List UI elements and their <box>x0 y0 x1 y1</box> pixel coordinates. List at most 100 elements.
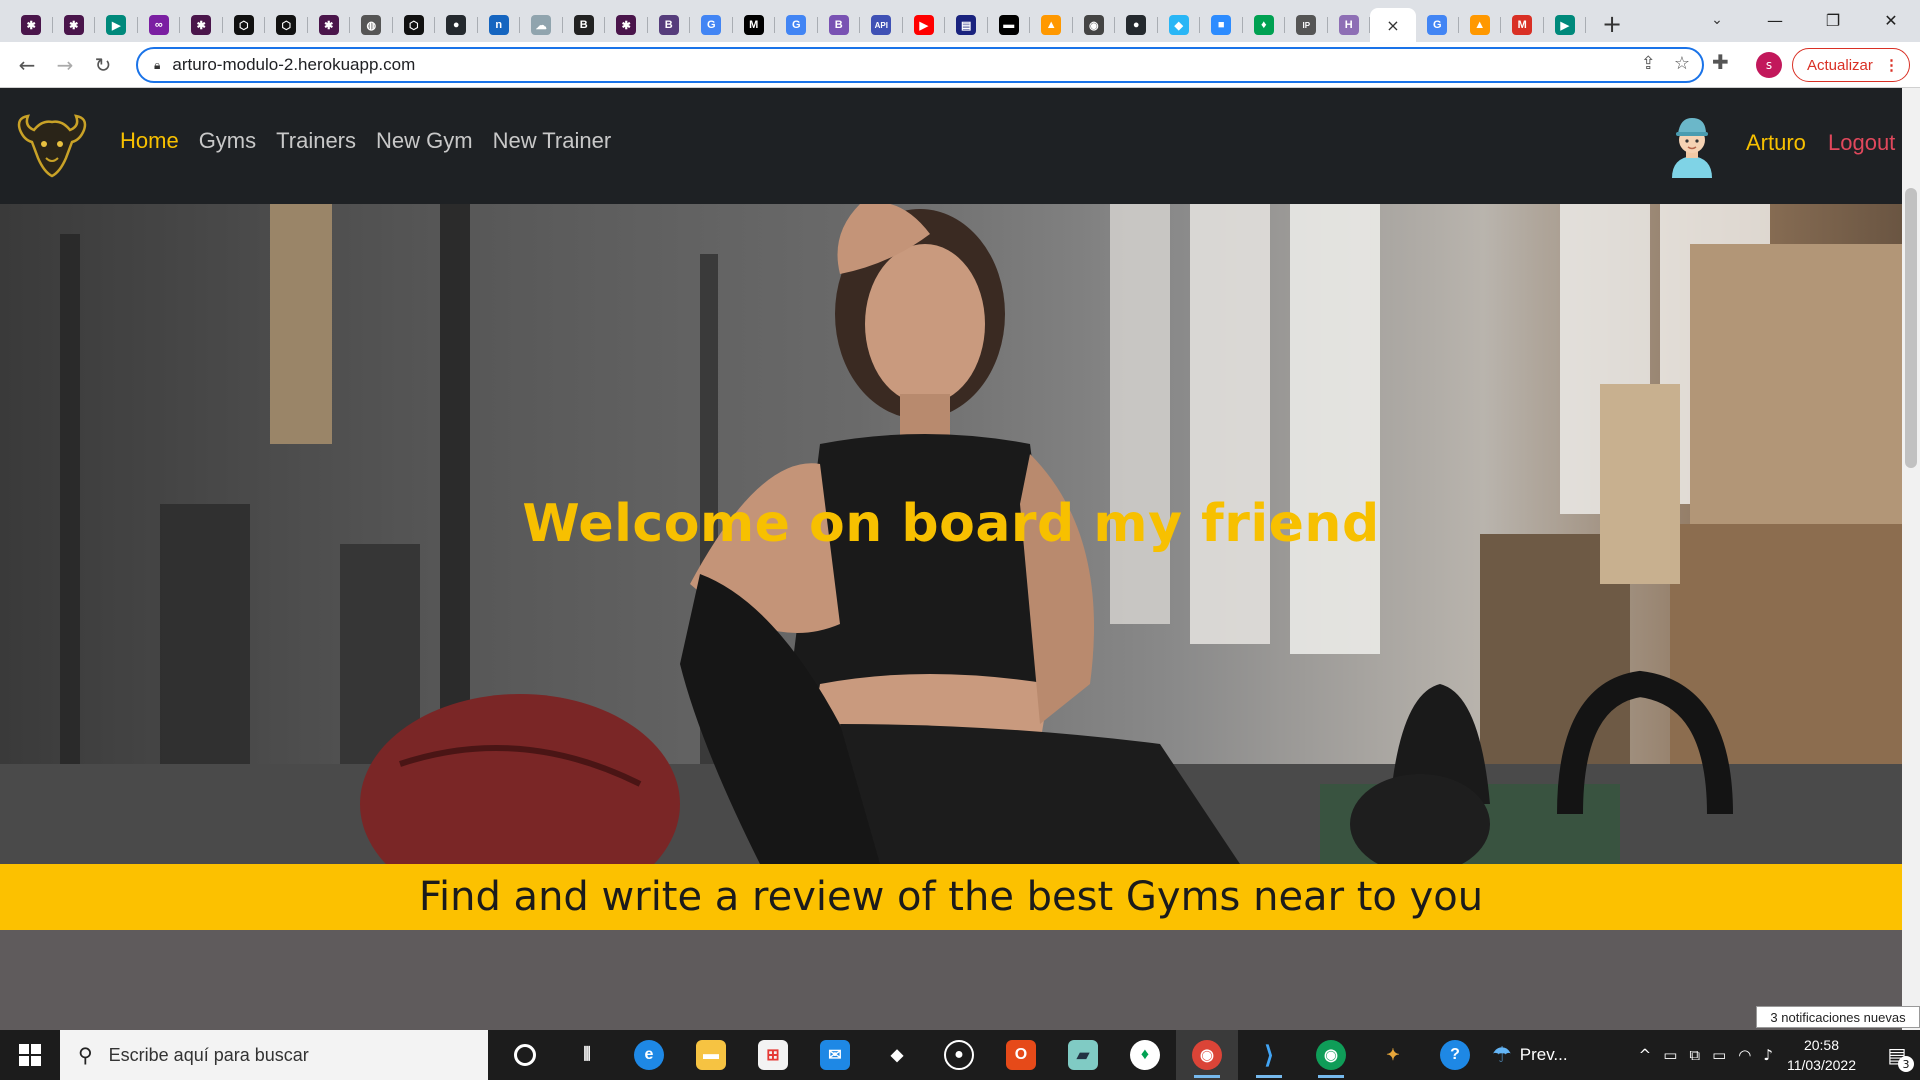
browser-tab[interactable]: ✱ <box>10 8 53 42</box>
nav-link-gyms[interactable]: Gyms <box>199 128 256 154</box>
taskbar-search-box[interactable]: ⚲ Escribe aquí para buscar <box>60 1030 488 1080</box>
browser-tab[interactable]: B <box>818 8 861 42</box>
reload-button[interactable]: ↻ <box>84 46 122 84</box>
volume-icon[interactable]: ♪ <box>1763 1046 1773 1064</box>
browser-tab[interactable]: ∞ <box>138 8 181 42</box>
page-scrollbar[interactable] <box>1902 88 1920 1030</box>
browser-tab[interactable]: ▶ <box>1544 8 1587 42</box>
extensions-puzzle-icon[interactable]: ✚ <box>1712 50 1729 74</box>
nav-link-trainers[interactable]: Trainers <box>276 128 356 154</box>
nav-link-new-trainer[interactable]: New Trainer <box>493 128 612 154</box>
show-hidden-icons-icon[interactable]: ^ <box>1639 1046 1652 1064</box>
weather-widget[interactable]: ☂ Prev... <box>1492 1042 1568 1068</box>
battery-icon[interactable]: ▭ <box>1712 1046 1726 1064</box>
wifi-icon[interactable]: ◠ <box>1738 1046 1751 1064</box>
browser-tab[interactable]: ⬡ <box>393 8 436 42</box>
address-bar[interactable]: 🔒︎ arturo-modulo-2.herokuapp.com ⇪ ☆ <box>136 47 1704 83</box>
page-body-area <box>0 930 1902 1030</box>
browser-tab[interactable]: ▲ <box>1459 8 1502 42</box>
browser-tab[interactable]: ■ <box>1200 8 1243 42</box>
meet-now-icon[interactable]: ▭ <box>1663 1046 1677 1064</box>
github-desktop-icon[interactable]: ● <box>928 1030 990 1080</box>
windows-taskbar: ⚲ Escribe aquí para buscar ⫼ e ▬ ⊞ ✉ ◆ ●… <box>0 1030 1920 1080</box>
microsoft-store-icon[interactable]: ⊞ <box>742 1030 804 1080</box>
start-button[interactable] <box>0 1030 60 1080</box>
browser-tab[interactable]: ▶ <box>903 8 946 42</box>
cortana-icon[interactable] <box>494 1030 556 1080</box>
browser-tab[interactable]: ● <box>1115 8 1158 42</box>
logout-link[interactable]: Logout <box>1828 130 1895 156</box>
browser-tab[interactable]: ▤ <box>945 8 988 42</box>
close-window-button[interactable]: ✕ <box>1862 0 1920 40</box>
close-tab-icon[interactable]: × <box>1386 16 1399 35</box>
browser-tab[interactable]: G <box>1416 8 1459 42</box>
share-icon[interactable]: ⇪ <box>1641 53 1656 74</box>
browser-tab[interactable]: ◍ <box>350 8 393 42</box>
browser-tab[interactable]: API <box>860 8 903 42</box>
browser-tab[interactable]: ✱ <box>53 8 96 42</box>
browser-tab[interactable]: ♦ <box>1243 8 1286 42</box>
google-icon: G <box>786 15 807 35</box>
browser-tab[interactable]: IP <box>1285 8 1328 42</box>
gitkraken-icon[interactable]: ✦ <box>1362 1030 1424 1080</box>
edge-icon[interactable]: e <box>618 1030 680 1080</box>
browser-tab[interactable]: ◉ <box>1073 8 1116 42</box>
new-tab-button[interactable]: + <box>1592 7 1632 41</box>
restore-button[interactable]: ❐ <box>1804 0 1862 40</box>
browser-tab[interactable]: ✱ <box>605 8 648 42</box>
back-button[interactable]: ← <box>8 46 46 84</box>
bookmark-star-icon[interactable]: ☆ <box>1674 53 1690 74</box>
browser-tab[interactable]: ⬡ <box>223 8 266 42</box>
lock-icon[interactable]: 🔒︎ <box>154 58 160 73</box>
profile-avatar[interactable]: s <box>1756 52 1782 78</box>
browser-tab[interactable]: ▶ <box>95 8 138 42</box>
current-user-link[interactable]: Arturo <box>1746 130 1806 156</box>
browser-tab[interactable]: ▲ <box>1030 8 1073 42</box>
vscode-icon[interactable]: ⟩ <box>1238 1030 1300 1080</box>
browser-tab[interactable]: ▬ <box>988 8 1031 42</box>
browser-tab[interactable]: n <box>478 8 521 42</box>
mail-icon[interactable]: ✉ <box>804 1030 866 1080</box>
browser-tab[interactable]: ● <box>435 8 478 42</box>
update-label: Actualizar <box>1807 56 1873 74</box>
chrome-profile-icon[interactable]: ◉ <box>1300 1030 1362 1080</box>
browser-tab[interactable]: ☁ <box>520 8 563 42</box>
bold-b-icon: B <box>573 15 594 35</box>
help-icon[interactable]: ? <box>1424 1030 1486 1080</box>
task-view-icon[interactable]: ⫼ <box>556 1030 618 1080</box>
update-chrome-button[interactable]: Actualizar ⋮ <box>1792 48 1910 82</box>
office-icon[interactable]: O <box>990 1030 1052 1080</box>
active-browser-tab[interactable]: × <box>1370 8 1416 42</box>
file-explorer-icon[interactable]: ▬ <box>680 1030 742 1080</box>
api-icon: API <box>871 15 892 35</box>
windows-logo-icon <box>19 1044 41 1066</box>
clock[interactable]: 20:58 11/03/2022 <box>1787 1035 1856 1075</box>
notifications-toast[interactable]: 3 notificaciones nuevas <box>1756 1006 1920 1028</box>
browser-tab[interactable]: ✱ <box>180 8 223 42</box>
tab-search-button[interactable]: ⌄ <box>1700 6 1734 34</box>
notepad-icon[interactable]: ▰ <box>1052 1030 1114 1080</box>
browser-tab[interactable]: B <box>648 8 691 42</box>
nav-link-home[interactable]: Home <box>120 128 179 154</box>
scrollbar-thumb[interactable] <box>1905 188 1917 468</box>
user-avatar-icon[interactable] <box>1666 114 1718 178</box>
browser-tab[interactable]: ✱ <box>308 8 351 42</box>
nav-link-new-gym[interactable]: New Gym <box>376 128 473 154</box>
browser-tab[interactable]: ⬡ <box>265 8 308 42</box>
browser-tab[interactable]: B <box>563 8 606 42</box>
mongodb-compass-icon[interactable]: ♦ <box>1114 1030 1176 1080</box>
screen-capture-icon[interactable]: ⧉ <box>1689 1046 1700 1064</box>
browser-tab[interactable]: M <box>1501 8 1544 42</box>
browser-tab[interactable]: G <box>690 8 733 42</box>
browser-tab[interactable]: H <box>1328 8 1371 42</box>
browser-tab[interactable]: G <box>775 8 818 42</box>
chrome-icon[interactable]: ◉ <box>1176 1030 1238 1080</box>
browser-tab[interactable]: ◆ <box>1158 8 1201 42</box>
slack-icon: ✱ <box>63 15 84 35</box>
browser-tab[interactable]: M <box>733 8 776 42</box>
minimize-button[interactable]: — <box>1746 0 1804 40</box>
dropbox-icon[interactable]: ◆ <box>866 1030 928 1080</box>
gym-bull-logo-icon[interactable] <box>14 110 90 180</box>
forward-button[interactable]: → <box>46 46 84 84</box>
action-center-button[interactable]: ▤ 3 <box>1874 1030 1920 1080</box>
